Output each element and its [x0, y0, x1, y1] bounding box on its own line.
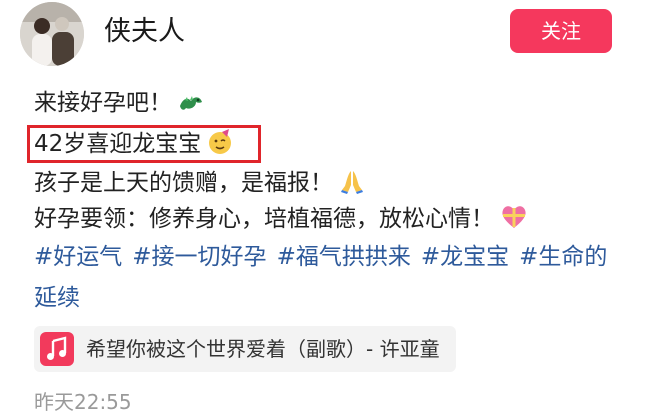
hashtag-row: #好运气 #接一切好孕 #福气拱拱来 #龙宝宝 #生命的: [34, 240, 607, 274]
party-face-emoji-icon: [207, 129, 233, 165]
post-line-3: 孩子是上天的馈赠，是福报！: [34, 166, 365, 204]
post-line-4-text: 好孕要领：修养身心，培植福德，放松心情！: [34, 206, 494, 232]
music-chip[interactable]: 希望你被这个世界爱着（副歌）- 许亚童: [34, 326, 456, 372]
post-line-1: 来接好孕吧！: [34, 86, 204, 124]
music-note-icon: [40, 332, 74, 366]
post-line-4: 好孕要领：修养身心，培植福德，放松心情！: [34, 202, 528, 240]
follow-button[interactable]: 关注: [510, 9, 612, 53]
post-line-2-text: 42岁喜迎龙宝宝: [34, 131, 202, 157]
hashtag-link-continued[interactable]: 延续: [34, 285, 80, 311]
author-avatar[interactable]: [20, 2, 84, 66]
dragon-emoji-icon: [178, 90, 204, 124]
author-name[interactable]: 侠夫人: [104, 13, 185, 51]
hashtag-link[interactable]: #福气拱拱来: [277, 244, 411, 270]
hashtag-row-continued: 延续: [34, 281, 80, 315]
post-timestamp: 昨天22:55: [34, 390, 132, 414]
avatar-photo-icon: [20, 2, 84, 66]
hashtag-link[interactable]: #龙宝宝: [421, 244, 509, 270]
hashtag-link[interactable]: #接一切好孕: [132, 244, 266, 270]
post-line-1-text: 来接好孕吧！: [34, 90, 172, 116]
hashtag-link[interactable]: #生命的: [519, 244, 607, 270]
hashtag-link[interactable]: #好运气: [34, 244, 122, 270]
post-line-3-text: 孩子是上天的馈赠，是福报！: [34, 170, 333, 196]
praying-hands-emoji-icon: [339, 168, 365, 204]
post-line-2: 42岁喜迎龙宝宝: [34, 127, 233, 165]
heart-gift-emoji-icon: [500, 204, 528, 240]
music-title: 希望你被这个世界爱着（副歌）- 许亚童: [86, 337, 440, 361]
